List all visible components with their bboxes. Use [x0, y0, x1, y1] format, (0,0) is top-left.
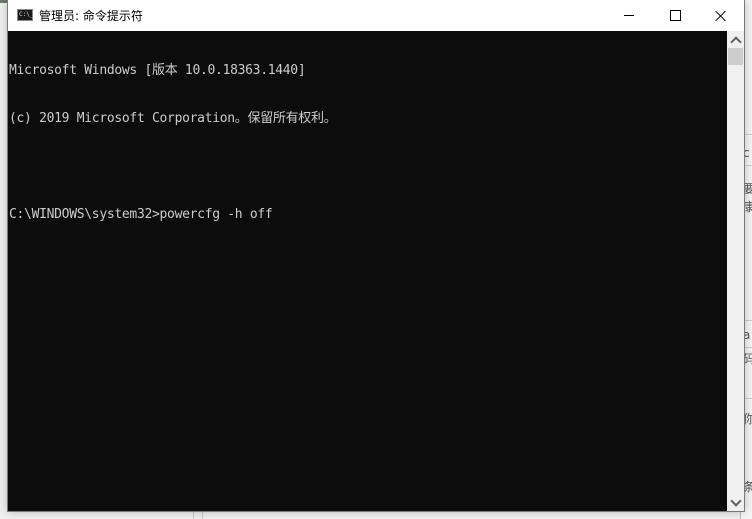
- command-prompt-window[interactable]: 管理员: 命令提示符 Microsoft Windows [版本 10.0.18…: [7, 0, 745, 512]
- scroll-down-button[interactable]: [727, 494, 744, 511]
- chevron-up-icon: [729, 35, 742, 48]
- cmd-icon: [17, 9, 33, 21]
- scroll-up-button[interactable]: [727, 31, 744, 48]
- chevron-down-icon: [729, 494, 742, 507]
- console-prompt-line[interactable]: C:\WINDOWS\system32>powercfg -h off: [9, 207, 727, 223]
- vertical-scrollbar[interactable]: [727, 31, 744, 511]
- close-button[interactable]: [698, 0, 744, 31]
- maximize-icon: [669, 10, 681, 21]
- minimize-button[interactable]: [606, 0, 652, 31]
- scrollbar-thumb[interactable]: [728, 48, 743, 65]
- window-title: 管理员: 命令提示符: [39, 9, 143, 23]
- close-icon: [715, 10, 727, 22]
- maximize-button[interactable]: [652, 0, 698, 31]
- console-line-version: Microsoft Windows [版本 10.0.18363.1440]: [9, 63, 306, 78]
- minimize-icon: [624, 15, 634, 16]
- console-line-copyright: (c) 2019 Microsoft Corporation。保留所有权利。: [9, 111, 337, 126]
- console-output[interactable]: Microsoft Windows [版本 10.0.18363.1440] (…: [8, 31, 727, 511]
- title-bar[interactable]: 管理员: 命令提示符: [8, 0, 744, 31]
